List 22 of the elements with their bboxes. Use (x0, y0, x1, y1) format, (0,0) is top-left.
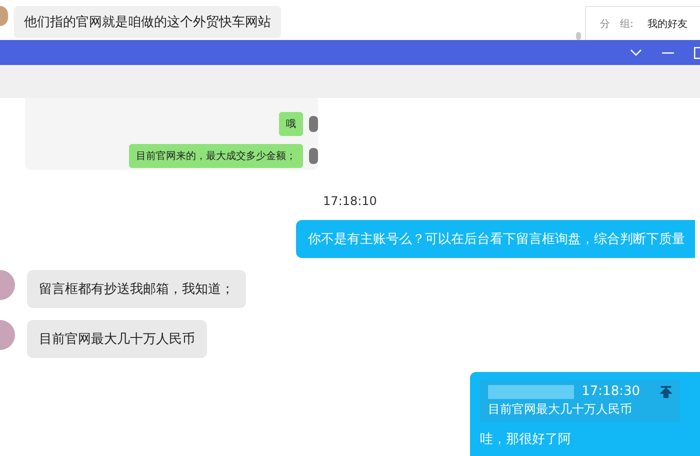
maximize-icon[interactable] (694, 46, 700, 58)
avatar (0, 6, 8, 26)
chat-bubble: 他们指的官网就是咱做的这个外贸快车网站 (14, 6, 281, 38)
chat-bubble: 目前官网最大几十万人民币 (27, 320, 207, 358)
chat-bubble: 留言框都有抄送我邮箱，我知道； (27, 270, 246, 308)
chat-bubble: 你不是有主账号么？可以在后台看下留言框询盘，综合判断下质量 (296, 220, 695, 258)
chat-bubble: 哦 (279, 112, 303, 136)
chat-bubble: 目前官网来的，最大成交多少金额； (129, 144, 303, 168)
avatar (0, 270, 15, 300)
scrollbar-thumb (576, 32, 581, 40)
quote-time: 17:18:30 (582, 384, 640, 399)
avatar (309, 116, 318, 132)
avatar (309, 148, 318, 164)
arrow-up-icon (660, 384, 672, 398)
timestamp: 17:18:10 (323, 194, 377, 208)
minimize-icon[interactable] (662, 52, 674, 54)
group-value: 我的好友 (647, 18, 688, 30)
message-text: 哇，那很好了阿 (480, 431, 572, 448)
quote-text: 目前官网最大几十万人民币 (488, 401, 633, 418)
avatar (0, 320, 15, 350)
chevron-down-icon[interactable] (630, 48, 642, 56)
group-label: 分 组: (600, 18, 634, 30)
